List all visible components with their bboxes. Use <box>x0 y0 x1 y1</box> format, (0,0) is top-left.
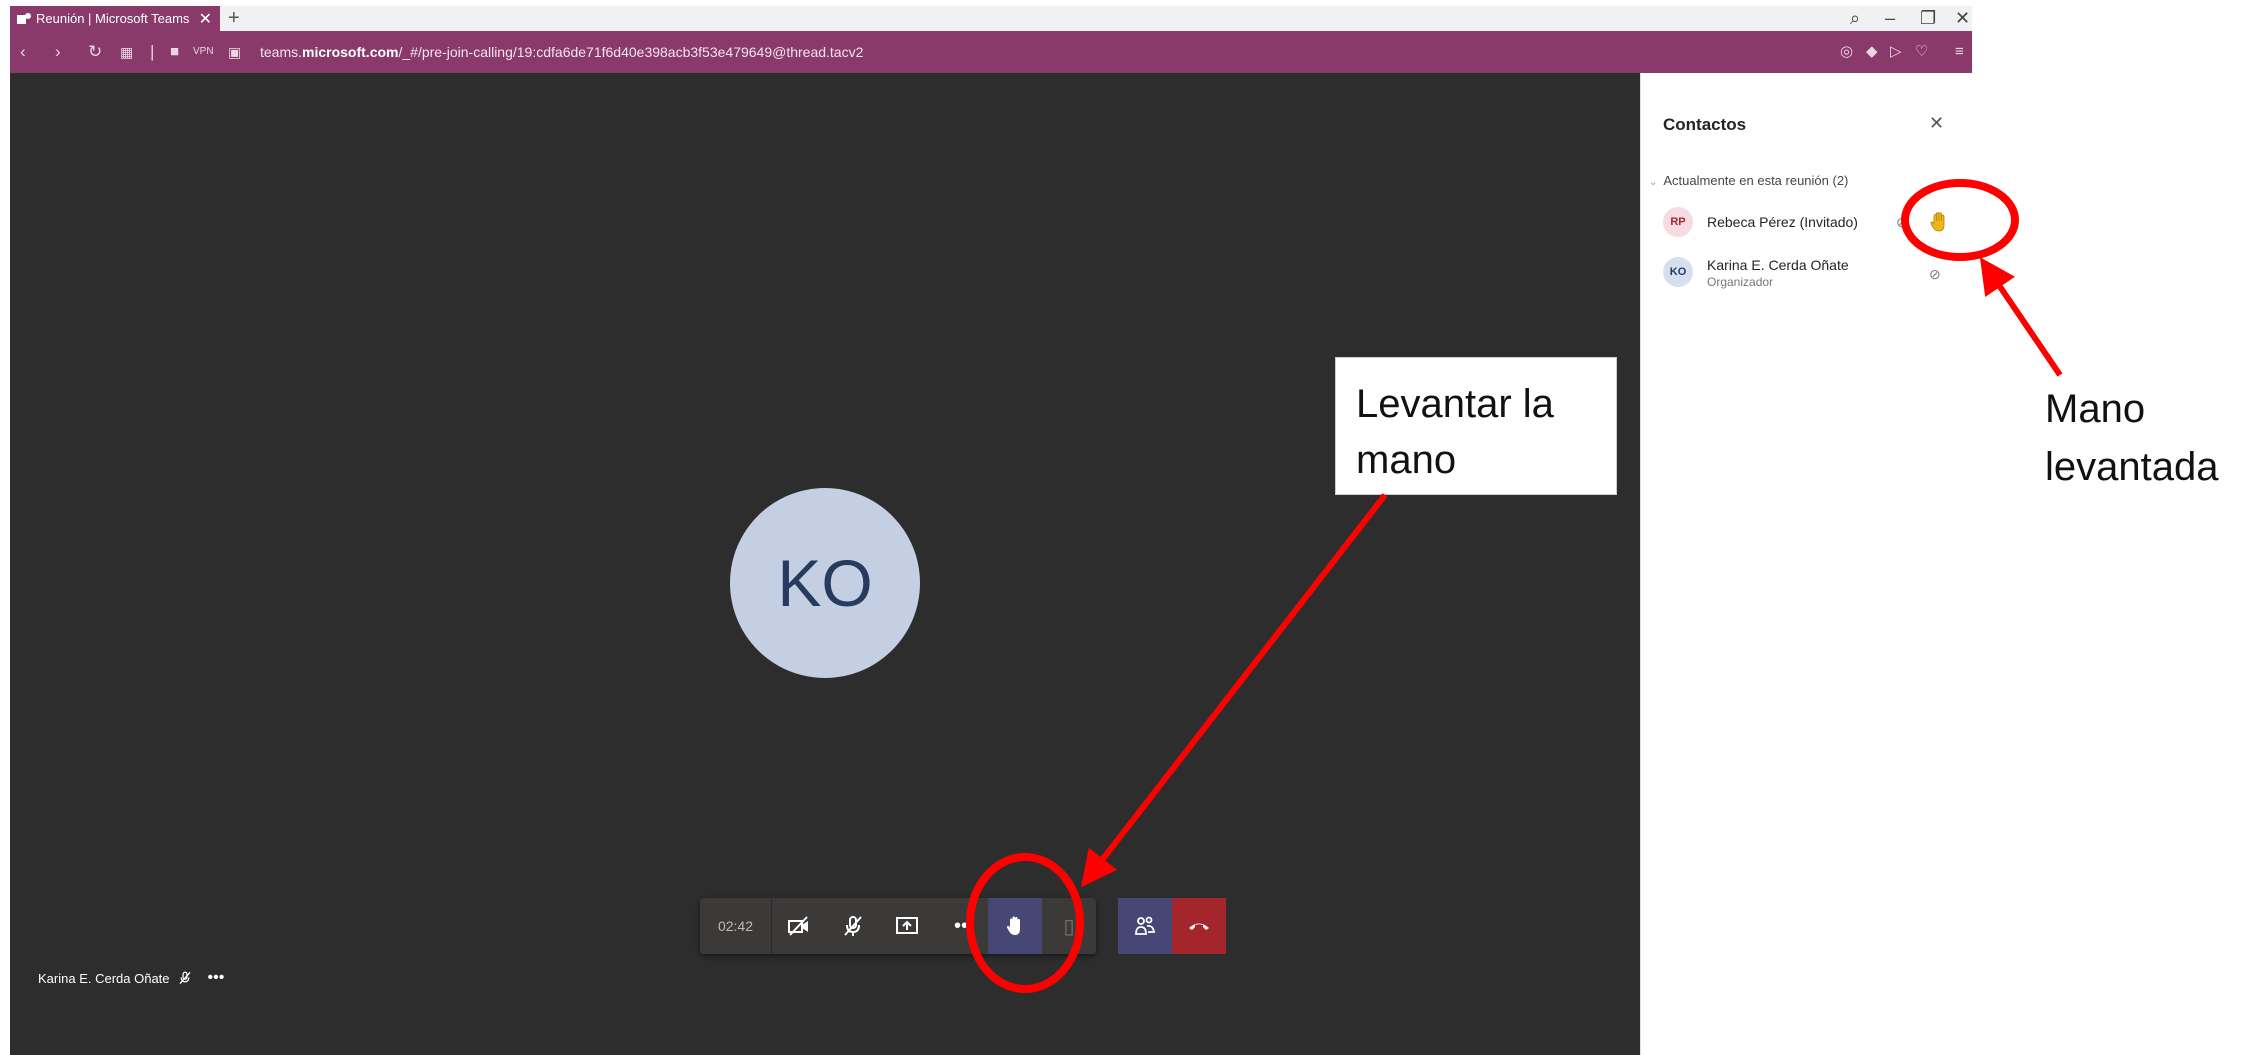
arrow-to-hand-raised <box>1979 257 2063 377</box>
callout-line-1: Levantar la <box>1356 382 1554 426</box>
annotation-callout: Levantar la mano <box>1335 357 1617 495</box>
menu-icon[interactable]: ≡ <box>1955 31 1964 73</box>
share-screen-button[interactable] <box>880 898 934 954</box>
url-prefix: teams. <box>260 44 303 60</box>
speed-dial-icon[interactable]: ▦ <box>120 31 133 73</box>
chat-icon: ▯ <box>1063 915 1075 938</box>
teams-favicon-icon <box>17 12 31 24</box>
reload-icon[interactable]: ↻ <box>88 31 102 73</box>
lock-icon: ▣ <box>228 44 242 60</box>
participant-name: Karina E. Cerda Oñate <box>1707 257 1849 273</box>
annotation-line-1: Mano <box>2045 387 2146 431</box>
tab-close-icon[interactable]: ✕ <box>199 9 212 29</box>
panel-close-icon[interactable]: ✕ <box>1929 113 1944 134</box>
mute-button[interactable] <box>826 898 880 954</box>
annotation-label: Mano levantada <box>2045 380 2218 496</box>
window-close-icon[interactable]: ✕ <box>1955 6 1970 31</box>
mic-off-icon: ⊘ <box>1896 214 1908 230</box>
back-icon[interactable]: ‹ <box>20 31 26 73</box>
participant-row[interactable]: RP Rebeca Pérez (Invitado) <box>1663 207 1858 237</box>
camera-off-button[interactable] <box>772 898 826 954</box>
minimize-icon[interactable]: – <box>1885 6 1895 31</box>
call-controls: 02:42 •• ▯ <box>700 898 1226 954</box>
participant-role: Organizador <box>1707 275 1774 289</box>
chat-button[interactable]: ▯ <box>1042 898 1096 954</box>
callout-line-2: mano <box>1356 438 1457 482</box>
url-field[interactable]: teams.microsoft.com/_#/pre-join-calling/… <box>260 31 863 73</box>
participants-panel: Contactos ✕ ⌄ Actualmente en esta reunión… <box>1640 73 1972 1055</box>
section-header[interactable]: ⌄ Actualmente en esta reunión (2) <box>1649 173 1848 188</box>
hang-up-icon <box>1189 923 1209 930</box>
send-icon[interactable]: ▷ <box>1890 31 1902 73</box>
annotation-line-2: levantada <box>2045 445 2219 489</box>
chevron-down-icon: ⌄ <box>1649 177 1658 188</box>
url-path: /_#/pre-join-calling/19:cdfa6de71f6d40e3… <box>398 44 864 60</box>
camera-off-icon <box>788 916 808 936</box>
section-label: Actualmente en esta reunión (2) <box>1663 173 1849 188</box>
url-domain: microsoft.com <box>302 44 399 60</box>
browser-tab-bar: Reunión | Microsoft Teams ✕ + ⌕ – ❐ ✕ <box>10 6 1972 31</box>
hand-raised-icon <box>1930 212 1945 232</box>
avatar: RP <box>1663 207 1693 237</box>
camera-icon[interactable]: ■ <box>170 31 179 73</box>
self-name-label: Karina E. Cerda Oñate ••• <box>38 969 224 987</box>
forward-icon[interactable]: › <box>55 31 61 73</box>
share-screen-icon <box>896 917 918 934</box>
participant-name: Rebeca Pérez (Invitado) <box>1707 214 1858 230</box>
meeting-stage: KO 02:42 •• ▯ Karina E. Cerda Oñate ••• <box>10 73 1640 1055</box>
hang-up-button[interactable] <box>1172 898 1226 954</box>
avatar: KO <box>1663 257 1693 287</box>
more-actions-button[interactable]: •• <box>934 898 988 954</box>
self-name: Karina E. Cerda Oñate <box>38 970 170 986</box>
tab-title: Reunión | Microsoft Teams <box>36 11 190 26</box>
panel-title: Contactos <box>1663 115 1747 134</box>
more-dots-icon: •• <box>953 914 968 937</box>
participant-row[interactable]: KO Karina E. Cerda Oñate Organizador <box>1663 257 1849 289</box>
shield-icon[interactable]: ◆ <box>1866 31 1878 73</box>
people-icon <box>1135 916 1156 935</box>
separator: | <box>150 42 155 61</box>
vpn-badge[interactable]: VPN <box>193 31 214 73</box>
new-tab-icon[interactable]: + <box>228 6 240 31</box>
search-icon[interactable]: ⌕ <box>1850 6 1860 31</box>
mic-off-icon <box>178 971 191 985</box>
more-options-icon[interactable]: ••• <box>208 969 225 987</box>
mic-off-icon <box>844 916 862 936</box>
mic-off-icon: ⊘ <box>1929 266 1941 282</box>
screenshot-root: Reunión | Microsoft Teams ✕ + ⌕ – ❐ ✕ ‹ … <box>0 0 2242 1055</box>
restore-icon[interactable]: ❐ <box>1920 6 1936 31</box>
snapshot-icon[interactable]: ◎ <box>1840 31 1853 73</box>
participant-avatar: KO <box>730 488 920 678</box>
address-bar: ‹ › ↻ ▦ | ■ VPN ▣ teams.microsoft.com/_#… <box>10 31 1972 73</box>
call-controls-main: 02:42 •• ▯ <box>700 898 1096 954</box>
heart-icon[interactable]: ♡ <box>1915 31 1928 73</box>
call-timer: 02:42 <box>700 898 772 954</box>
raise-hand-button[interactable] <box>988 898 1042 954</box>
show-participants-button[interactable] <box>1118 898 1172 954</box>
raise-hand-icon <box>1006 916 1020 935</box>
browser-tab[interactable]: Reunión | Microsoft Teams ✕ <box>10 6 220 31</box>
